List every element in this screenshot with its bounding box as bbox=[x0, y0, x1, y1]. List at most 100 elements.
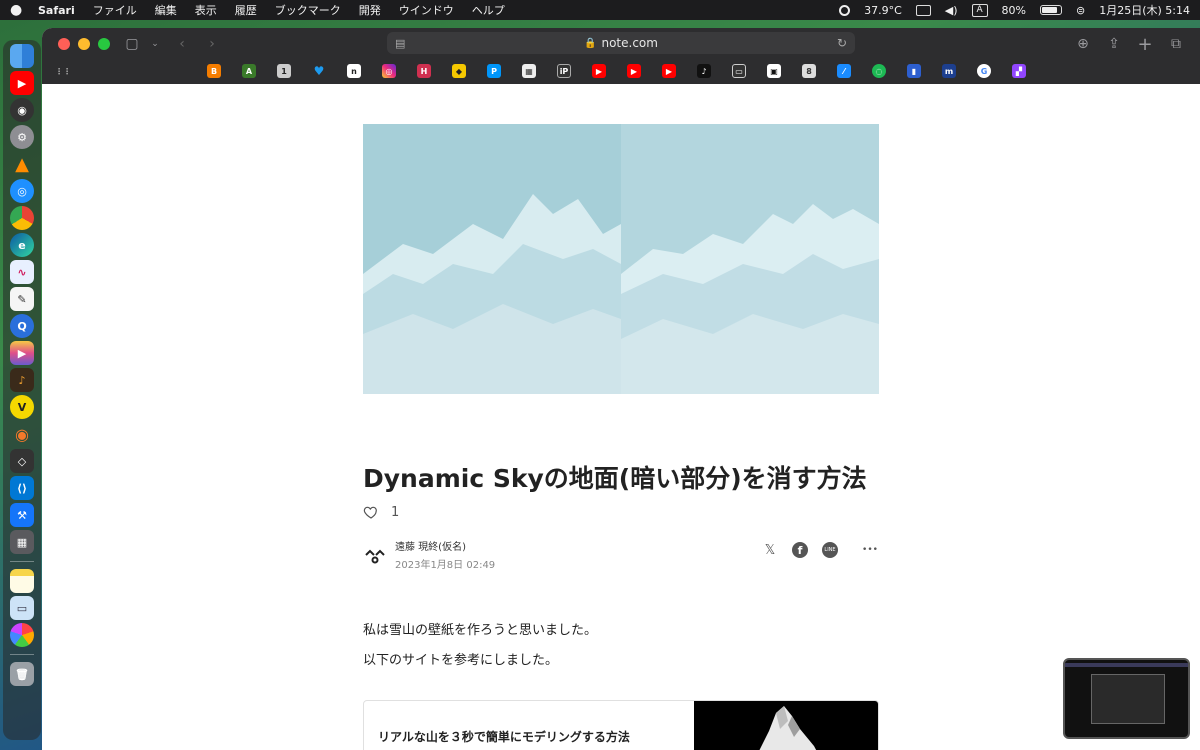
share-x-icon[interactable]: 𝕏 bbox=[762, 542, 778, 558]
notes-icon[interactable] bbox=[10, 569, 34, 593]
menu-edit[interactable]: 編集 bbox=[155, 2, 177, 18]
sidebar-chevron-down-icon[interactable]: ⌄ bbox=[145, 34, 165, 54]
input-mode-icon[interactable]: A bbox=[971, 3, 988, 17]
menu-bookmarks[interactable]: ブックマーク bbox=[275, 2, 341, 18]
control-center-icon[interactable]: ⊜ bbox=[1076, 4, 1085, 17]
system-settings-icon[interactable]: ⚙ bbox=[10, 125, 34, 149]
favorite-note-icon[interactable]: n bbox=[347, 64, 361, 78]
vscode-icon[interactable]: ⟨⟩ bbox=[10, 476, 34, 500]
youtube-icon[interactable]: ▶ bbox=[10, 71, 34, 95]
vectornator-icon[interactable]: V bbox=[10, 395, 34, 419]
edge-icon[interactable]: e bbox=[10, 233, 34, 257]
photos-icon[interactable] bbox=[10, 623, 34, 647]
share-facebook-icon[interactable]: f bbox=[792, 542, 808, 558]
favorite-blogger-icon[interactable]: B bbox=[207, 64, 221, 78]
garageband-icon[interactable]: ♪ bbox=[10, 368, 34, 392]
favorite-yellow-icon[interactable]: ◆ bbox=[452, 64, 466, 78]
close-window-button[interactable] bbox=[58, 38, 70, 50]
favorites-bar: ⋮⋮ B A 1 ♥ n ◎ H ◆ P ▦ iP ▶ ▶ ▶ ♪ ▭ ▣ 8 … bbox=[42, 62, 1200, 82]
temperature-readout[interactable]: 37.9°C bbox=[864, 4, 902, 17]
favorite-twitter-icon[interactable]: ♥ bbox=[312, 64, 326, 78]
link-card-thumbnail[interactable] bbox=[694, 701, 878, 750]
safari-window: ▢ ⌄ ‹ › ▤ 🔒 note.com ↻ ⊕ ⇪ + ⧉ ⋮⋮ B A 1 … bbox=[42, 28, 1200, 750]
favorite-blue-2-icon[interactable]: ▮ bbox=[907, 64, 921, 78]
reader-view-icon[interactable]: ▤ bbox=[395, 37, 405, 50]
unity-icon[interactable]: ◇ bbox=[10, 449, 34, 473]
tab-overview-icon[interactable]: ⧉ bbox=[1166, 34, 1186, 54]
likes-row: 1 bbox=[363, 504, 399, 520]
like-count[interactable]: 1 bbox=[391, 505, 399, 520]
author-name[interactable]: 遠藤 現終(仮名) bbox=[395, 538, 495, 553]
sidebar-toggle-icon[interactable]: ▢ bbox=[122, 34, 142, 54]
record-icon[interactable] bbox=[839, 4, 851, 16]
blender-icon[interactable]: ◉ bbox=[10, 422, 34, 446]
favorites-grid-icon[interactable]: ⋮⋮ bbox=[55, 64, 71, 78]
back-button-icon[interactable]: ‹ bbox=[172, 34, 192, 54]
vlc-icon[interactable]: ▲ bbox=[10, 152, 34, 176]
reload-icon[interactable]: ↻ bbox=[837, 36, 847, 50]
calculator-icon[interactable]: ▦ bbox=[10, 530, 34, 554]
battery-icon[interactable] bbox=[1040, 5, 1062, 15]
menu-develop[interactable]: 開発 bbox=[359, 2, 381, 18]
favorite-square-icon[interactable]: ▣ bbox=[767, 64, 781, 78]
finder-icon[interactable] bbox=[10, 44, 34, 68]
favorite-green-icon[interactable]: ◌ bbox=[872, 64, 886, 78]
favorite-tv-icon[interactable]: ▭ bbox=[732, 64, 746, 78]
downloads-icon[interactable]: ⊕ bbox=[1073, 34, 1093, 54]
obs-icon[interactable]: ◉ bbox=[10, 98, 34, 122]
favorite-youtube-2-icon[interactable]: ▶ bbox=[627, 64, 641, 78]
favorite-m-icon[interactable]: m bbox=[942, 64, 956, 78]
zoom-window-button[interactable] bbox=[98, 38, 110, 50]
forward-button-icon[interactable]: › bbox=[202, 34, 222, 54]
favorite-instagram-icon[interactable]: ◎ bbox=[382, 64, 396, 78]
share-icon[interactable]: ⇪ bbox=[1104, 34, 1124, 54]
minimize-window-button[interactable] bbox=[78, 38, 90, 50]
apple-menu-icon[interactable]: ● bbox=[10, 2, 22, 18]
author-info[interactable]: 遠藤 現終(仮名) 2023年1月8日 02:49 bbox=[363, 538, 495, 571]
favorite-1-icon[interactable]: 1 bbox=[277, 64, 291, 78]
favorite-youtube-3-icon[interactable]: ▶ bbox=[662, 64, 676, 78]
safari-icon[interactable]: ◎ bbox=[10, 179, 34, 203]
display-icon[interactable] bbox=[915, 4, 931, 16]
favorite-8-icon[interactable]: 8 bbox=[802, 64, 816, 78]
menu-window[interactable]: ウインドウ bbox=[399, 2, 454, 18]
trash-icon[interactable]: 🗑 bbox=[10, 662, 34, 686]
more-options-icon[interactable]: ••• bbox=[858, 542, 882, 558]
link-card-title[interactable]: リアルな山を３秒で簡単にモデリングする方法 bbox=[378, 728, 630, 745]
menu-help[interactable]: ヘルプ bbox=[472, 2, 505, 18]
favorite-pixel-icon[interactable]: ▦ bbox=[522, 64, 536, 78]
favorite-twitch-icon[interactable]: ▞ bbox=[1012, 64, 1026, 78]
favorite-google-icon[interactable]: G bbox=[977, 64, 991, 78]
favorite-blue-icon[interactable]: ⁄ bbox=[837, 64, 851, 78]
address-bar[interactable]: ▤ 🔒 note.com ↻ bbox=[387, 32, 855, 54]
author-avatar[interactable] bbox=[363, 543, 387, 567]
favorite-youtube-1-icon[interactable]: ▶ bbox=[592, 64, 606, 78]
menu-history[interactable]: 履歴 bbox=[235, 2, 257, 18]
share-line-icon[interactable]: LINE bbox=[822, 542, 838, 558]
volume-icon[interactable]: ◀︎) bbox=[945, 4, 958, 17]
url-text: note.com bbox=[601, 36, 658, 50]
preview-window bbox=[1091, 674, 1165, 724]
textedit-icon[interactable]: ✎ bbox=[10, 287, 34, 311]
favorite-android-icon[interactable]: A bbox=[242, 64, 256, 78]
final-cut-icon[interactable]: ▶ bbox=[10, 341, 34, 365]
menu-app-safari[interactable]: Safari bbox=[38, 4, 75, 17]
menu-view[interactable]: 表示 bbox=[195, 2, 217, 18]
clock[interactable]: 1月25日(木) 5:14 bbox=[1099, 2, 1190, 18]
article-title: Dynamic Skyの地面(暗い部分)を消す方法 bbox=[363, 464, 867, 493]
favorite-ip-icon[interactable]: iP bbox=[557, 64, 571, 78]
quicktime-icon[interactable]: Q bbox=[10, 314, 34, 338]
like-heart-icon[interactable] bbox=[363, 504, 379, 520]
link-card[interactable]: リアルな山を３秒で簡単にモデリングする方法 bbox=[363, 700, 879, 750]
favorite-red-icon[interactable]: H bbox=[417, 64, 431, 78]
new-tab-icon[interactable]: + bbox=[1135, 34, 1155, 55]
menu-file[interactable]: ファイル bbox=[93, 2, 137, 18]
preview-icon[interactable]: ▭ bbox=[10, 596, 34, 620]
activity-icon[interactable]: ∿ bbox=[10, 260, 34, 284]
screen-preview-thumbnail[interactable] bbox=[1063, 658, 1190, 739]
favorite-tiktok-icon[interactable]: ♪ bbox=[697, 64, 711, 78]
favorite-p-icon[interactable]: P bbox=[487, 64, 501, 78]
battery-percent[interactable]: 80% bbox=[1002, 4, 1026, 17]
chrome-icon[interactable] bbox=[10, 206, 34, 230]
xcode-icon[interactable]: ⚒ bbox=[10, 503, 34, 527]
